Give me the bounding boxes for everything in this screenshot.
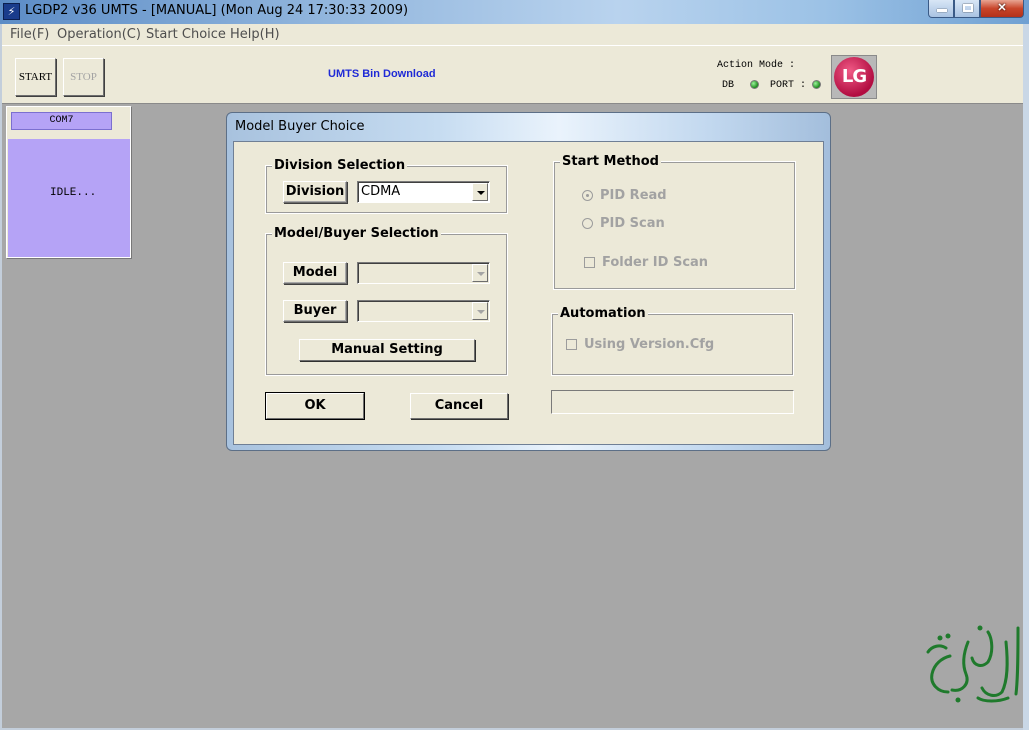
menu-start-choice[interactable]: Start Choice	[146, 27, 226, 42]
minimize-icon	[937, 9, 947, 12]
division-label: Division	[283, 181, 347, 203]
calligraphy-dot-1	[937, 635, 943, 641]
pid-scan-label[interactable]: PID Scan	[600, 216, 665, 231]
maximize-icon	[963, 4, 973, 12]
port-label: PORT :	[770, 80, 807, 91]
division-select[interactable]: CDMA	[357, 181, 490, 203]
model-buyer-selection-group: Model/Buyer Selection Model Buyer Manual…	[265, 226, 508, 376]
port-status-text: IDLE...	[50, 187, 97, 199]
port-panel: COM7 IDLE...	[6, 106, 131, 258]
dialog-body: Division Selection Division CDMA Model/B…	[233, 141, 824, 445]
model-buyer-selection-legend: Model/Buyer Selection	[272, 226, 441, 241]
ok-button[interactable]: OK	[265, 392, 365, 420]
start-method-legend: Start Method	[560, 154, 661, 169]
buyer-select[interactable]	[357, 300, 490, 322]
lg-logo-text: LG	[841, 66, 867, 87]
division-select-value: CDMA	[361, 184, 401, 199]
menu-help[interactable]: Help(H)	[230, 27, 280, 42]
port-name[interactable]: COM7	[11, 112, 112, 130]
division-selection-group: Division Selection Division CDMA	[265, 158, 508, 214]
calligraphy-dot-4	[955, 697, 961, 703]
using-version-checkbox[interactable]	[566, 339, 577, 350]
pid-read-radio[interactable]	[582, 190, 593, 201]
division-selection-legend: Division Selection	[272, 158, 408, 173]
action-mode-label: Action Mode :	[717, 60, 796, 71]
calligraphy-stroke-6	[926, 644, 948, 654]
maximize-button[interactable]	[954, 0, 980, 18]
automation-group: Automation Using Version.Cfg	[551, 306, 794, 376]
close-icon: ✕	[997, 2, 1007, 14]
using-version-label[interactable]: Using Version.Cfg	[584, 337, 714, 352]
toolbar: START STOP UMTS Bin Download Action Mode…	[2, 45, 1023, 104]
lg-logo-icon: LG	[834, 57, 874, 97]
calligraphy-dot-2	[945, 633, 951, 639]
calligraphy-dot-3	[977, 625, 983, 631]
pid-scan-radio[interactable]	[582, 218, 593, 229]
chevron-down-icon[interactable]	[472, 302, 488, 320]
folder-id-scan-checkbox[interactable]	[584, 257, 595, 268]
menu-file[interactable]: File(F)	[10, 27, 49, 42]
cancel-button[interactable]: Cancel	[410, 393, 508, 419]
menu-bar: File(F) Operation(C) Start Choice Help(H…	[2, 24, 1023, 45]
pid-read-label[interactable]: PID Read	[600, 188, 667, 203]
menu-operation[interactable]: Operation(C)	[57, 27, 141, 42]
calligraphy-stroke-2	[980, 640, 1009, 697]
manual-setting-button[interactable]: Manual Setting	[299, 339, 475, 361]
lg-logo: LG	[831, 55, 877, 99]
folder-id-scan-label[interactable]: Folder ID Scan	[602, 255, 708, 270]
port-status-area: IDLE...	[8, 139, 130, 257]
db-label: DB	[722, 80, 735, 91]
minimize-button[interactable]	[928, 0, 954, 18]
chevron-down-icon[interactable]	[472, 183, 488, 201]
model-buyer-dialog: Model Buyer Choice Division Selection Di…	[226, 112, 831, 451]
calligraphy-stroke-3	[970, 630, 994, 667]
window-title: LGDP2 v36 UMTS - [MANUAL] (Mon Aug 24 17…	[25, 3, 409, 18]
calligraphy-stroke-1	[1014, 626, 1020, 696]
automation-legend: Automation	[558, 306, 648, 321]
calligraphy-stroke-5	[930, 654, 952, 694]
stop-button[interactable]: STOP	[63, 58, 104, 96]
db-status-led	[750, 80, 759, 89]
buyer-label: Buyer	[283, 300, 347, 322]
chevron-down-icon[interactable]	[472, 264, 488, 282]
dialog-title: Model Buyer Choice	[235, 119, 365, 134]
start-method-group: Start Method PID Read PID Scan Folder ID…	[553, 154, 796, 290]
mode-title: UMTS Bin Download	[328, 68, 436, 80]
close-button[interactable]: ✕	[980, 0, 1024, 18]
port-status-led	[812, 80, 821, 89]
calligraphy-stroke-7	[976, 696, 1010, 703]
model-label: Model	[283, 262, 347, 284]
calligraphy-stroke-4	[950, 640, 970, 692]
app-icon[interactable]: ⚡	[3, 3, 20, 20]
arabic-calligraphy-watermark-icon	[926, 625, 1020, 703]
model-select[interactable]	[357, 262, 490, 284]
start-button[interactable]: START	[15, 58, 56, 96]
window-controls: ✕	[928, 0, 1024, 18]
dialog-status-box	[551, 390, 794, 414]
title-bar: ⚡ LGDP2 v36 UMTS - [MANUAL] (Mon Aug 24 …	[0, 0, 1029, 24]
